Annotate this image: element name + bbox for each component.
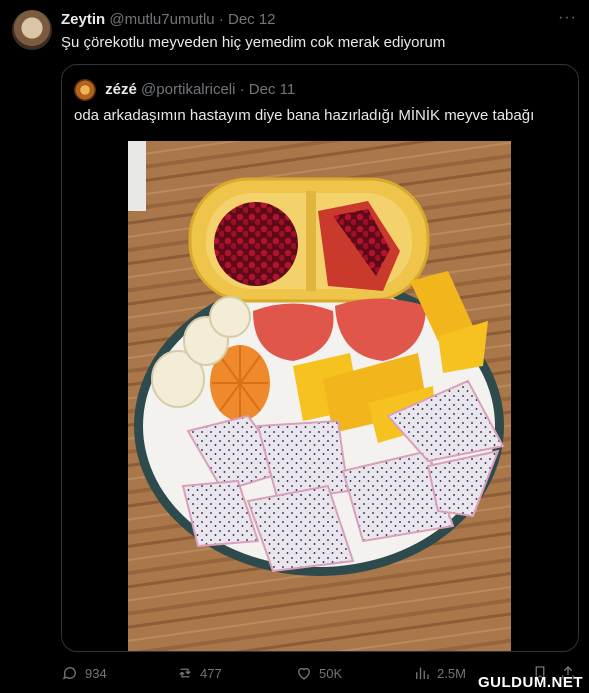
tweet-header: Zeytin @mutlu7umutlu · Dec 12 <box>61 11 276 28</box>
like-count: 50K <box>319 665 343 681</box>
quoted-author-name[interactable]: zézé <box>105 81 137 98</box>
more-options-button[interactable]: ··· <box>558 9 577 27</box>
reply-button[interactable]: 934 <box>61 664 107 682</box>
watermark: GULDUM.NET <box>478 674 583 691</box>
tweet-text: Şu çörekotlu meyveden hiç yemedim cok me… <box>61 34 446 51</box>
bowl-divider <box>306 191 316 291</box>
dot-separator: · <box>239 80 245 98</box>
cup <box>128 141 146 211</box>
reply-icon <box>62 667 76 680</box>
dot-separator: · <box>218 11 224 28</box>
quoted-tweet-header: zézé @portikalriceli · Dec 11 <box>74 79 295 101</box>
fruit-plate-photo[interactable] <box>128 141 511 651</box>
tweet-date[interactable]: Dec 12 <box>228 11 276 28</box>
like-button[interactable]: 50K <box>295 664 342 682</box>
banana-slice <box>209 296 251 338</box>
retweet-count: 477 <box>200 665 222 681</box>
quoted-avatar[interactable] <box>74 79 96 101</box>
quoted-date[interactable]: Dec 11 <box>249 81 295 98</box>
tweet[interactable]: Zeytin @mutlu7umutlu · Dec 12 ··· Şu çör… <box>0 0 589 693</box>
pomegranate-seeds <box>214 202 298 286</box>
quoted-tweet[interactable]: zézé @portikalriceli · Dec 11 oda arkada… <box>61 64 579 652</box>
quoted-author-handle[interactable]: @portikalriceli <box>141 81 235 98</box>
retweet-button[interactable]: 477 <box>176 664 222 682</box>
quoted-tweet-text: oda arkadaşımın hastayım diye bana hazır… <box>74 107 535 124</box>
retweet-icon <box>179 668 191 678</box>
author-handle[interactable]: @mutlu7umutlu <box>109 11 214 28</box>
views-button[interactable]: 2.5M <box>413 664 466 682</box>
views-icon <box>416 667 429 679</box>
view-count: 2.5M <box>437 665 466 681</box>
heart-icon <box>298 667 310 680</box>
author-name[interactable]: Zeytin <box>61 11 105 28</box>
avatar[interactable] <box>12 10 52 50</box>
reply-count: 934 <box>85 665 107 681</box>
